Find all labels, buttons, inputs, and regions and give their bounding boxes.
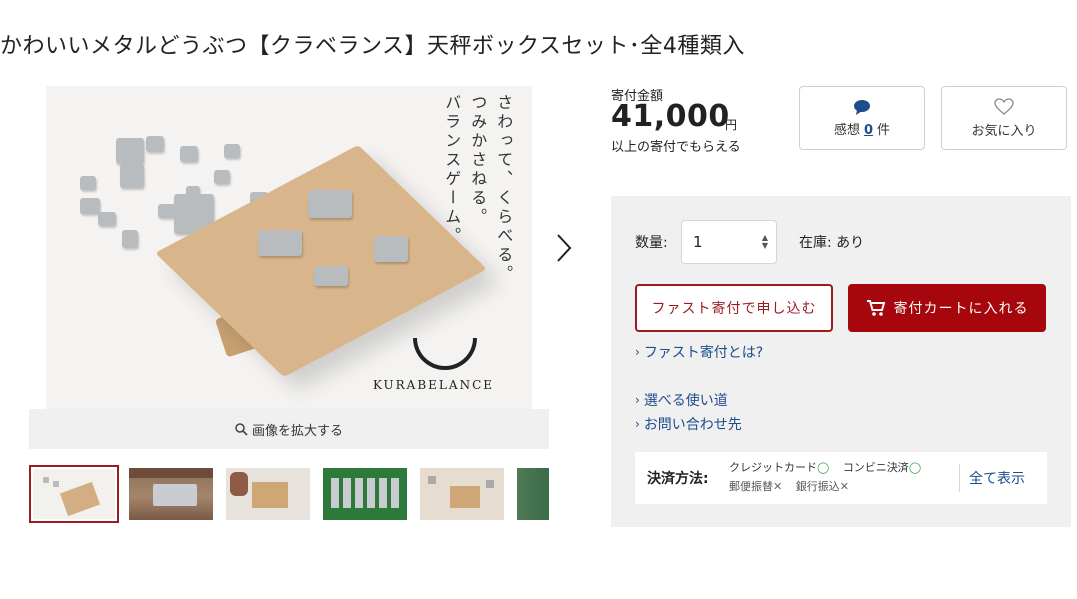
available-icon: ◯ xyxy=(817,461,830,474)
thumbnail-strip xyxy=(29,465,549,523)
donation-amount-note: 以上の寄付でもらえる xyxy=(611,140,741,155)
thumbnail-6[interactable] xyxy=(514,465,549,523)
fast-donation-info-link[interactable]: › ファスト寄付とは? xyxy=(635,342,763,362)
metal-animal-piece xyxy=(374,236,408,262)
fast-donation-info-label: ファスト寄付とは? xyxy=(643,345,764,361)
zoom-image-button[interactable]: 画像を拡大する xyxy=(29,409,549,449)
donation-amount: 41,000 xyxy=(611,99,730,134)
divider xyxy=(959,464,960,492)
payment-method-name: コンビニ決済 xyxy=(842,461,909,474)
thumbnail-2[interactable] xyxy=(126,465,216,523)
metal-animal-piece xyxy=(314,266,348,286)
metal-animal-piece xyxy=(214,170,230,184)
main-product-image[interactable]: さわって、くらべる。 つみかさねる。 バランスゲーム。 KURABELANCE xyxy=(46,86,532,409)
unavailable-icon: ✕ xyxy=(773,480,783,493)
metal-animal-piece xyxy=(258,230,302,256)
usage-options-link[interactable]: › 選べる使い道 xyxy=(635,390,728,410)
metal-animal-piece xyxy=(224,144,240,158)
add-to-cart-button[interactable]: 寄付カートに入れる xyxy=(848,284,1046,332)
contact-link[interactable]: › お問い合わせ先 xyxy=(635,414,742,434)
metal-animal-piece xyxy=(116,138,144,164)
stock-status: 在庫: あり xyxy=(799,232,864,252)
next-image-button[interactable] xyxy=(552,232,576,264)
payment-method-name: 銀行振込 xyxy=(795,480,840,493)
heart-icon xyxy=(994,97,1014,115)
tagline-line-3: バランスゲーム。 xyxy=(442,94,462,246)
show-all-payments-link[interactable]: 全て表示 xyxy=(969,468,1025,488)
stock-label: 在庫: xyxy=(799,235,832,251)
add-to-cart-label: 寄付カートに入れる xyxy=(893,301,1029,317)
payment-method-name: 郵便振替 xyxy=(729,480,773,493)
chevron-right-icon: › xyxy=(635,417,640,431)
favorite-label: お気に入り xyxy=(971,123,1037,139)
search-icon xyxy=(235,422,248,436)
metal-animal-piece xyxy=(308,190,352,218)
speech-bubble-icon xyxy=(854,99,870,115)
metal-animal-piece xyxy=(146,136,164,152)
fast-donation-button[interactable]: ファスト寄付で申し込む xyxy=(635,284,833,332)
cart-icon xyxy=(866,300,885,316)
payment-method-name: クレジットカード xyxy=(729,461,817,474)
quantity-label: 数量: xyxy=(635,235,668,251)
chevron-right-icon: › xyxy=(635,345,640,359)
payment-label: 決済方法: xyxy=(647,471,709,487)
quantity-value: 1 xyxy=(693,233,703,251)
reviews-unit: 件 xyxy=(877,122,891,138)
payment-row-2: 郵便振替✕ 銀行振込✕ xyxy=(729,478,849,494)
contact-label: お問い合わせ先 xyxy=(643,417,742,433)
reviews-label: 感想 xyxy=(833,122,860,138)
metal-animal-piece xyxy=(80,176,96,190)
metal-animal-piece xyxy=(80,198,100,214)
thumbnail-5[interactable] xyxy=(417,465,507,523)
tagline-line-1: さわって、くらべる。 xyxy=(494,94,514,284)
payment-row-1: クレジットカード◯ コンビニ決済◯ xyxy=(729,459,921,475)
zoom-label: 画像を拡大する xyxy=(251,423,343,439)
tagline-line-2: つみかさねる。 xyxy=(468,94,488,227)
reviews-button[interactable]: 感想 0 件 xyxy=(799,86,925,150)
metal-animal-piece xyxy=(122,230,138,248)
currency-unit: 円 xyxy=(725,118,738,132)
thumbnail-3[interactable] xyxy=(223,465,313,523)
chevron-right-icon xyxy=(557,234,572,262)
available-icon: ◯ xyxy=(908,461,922,474)
brand-logo-text: KURABELANCE xyxy=(373,378,495,392)
thumbnail-4[interactable] xyxy=(320,465,410,523)
product-title: かわいいメタルどうぶつ【クラベランス】天秤ボックスセット･全4種類入 xyxy=(0,34,745,59)
favorite-button[interactable]: お気に入り xyxy=(941,86,1067,150)
updown-caret-icon: ▲ ▼ xyxy=(761,233,768,250)
stock-value: あり xyxy=(836,235,865,251)
quantity-select[interactable]: 1 ▲ ▼ xyxy=(681,220,777,264)
metal-animal-piece xyxy=(120,164,144,188)
usage-options-label: 選べる使い道 xyxy=(643,393,728,409)
metal-animal-piece xyxy=(180,146,198,162)
unavailable-icon: ✕ xyxy=(839,480,849,493)
kurabelance-logo xyxy=(413,338,477,370)
purchase-panel: 数量: 1 ▲ ▼ 在庫: あり ファスト寄付で申し込む 寄付カートに入れる › … xyxy=(611,196,1071,527)
reviews-count[interactable]: 0 xyxy=(864,123,873,138)
thumbnail-1[interactable] xyxy=(29,465,119,523)
metal-animal-piece xyxy=(98,212,116,226)
reviews-label-row: 感想 0 件 xyxy=(834,119,890,138)
chevron-right-icon: › xyxy=(635,393,640,407)
payment-methods: 決済方法: クレジットカード◯ コンビニ決済◯ 郵便振替✕ 銀行振込✕ 全て表示 xyxy=(635,452,1047,504)
